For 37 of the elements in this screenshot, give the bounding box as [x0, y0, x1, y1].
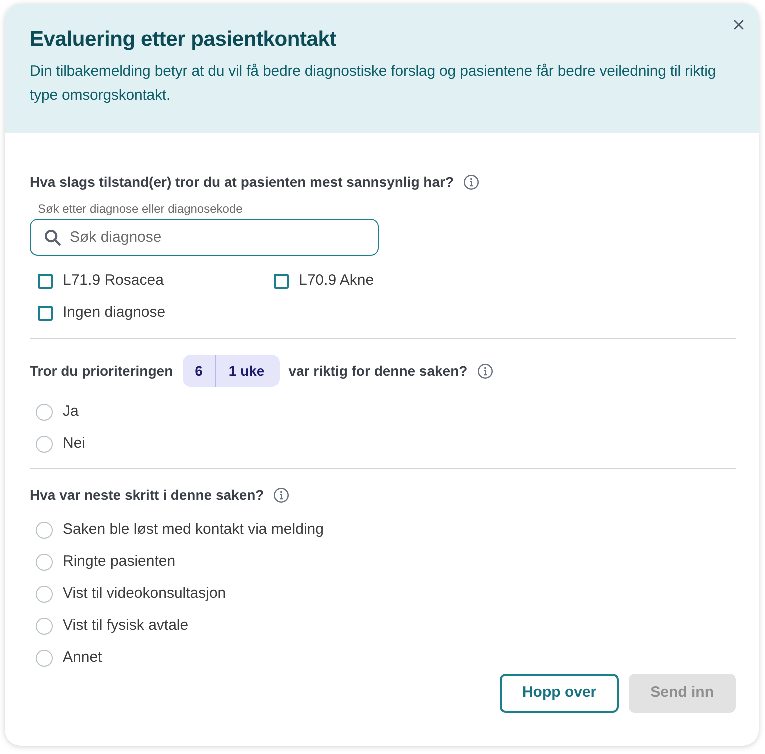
- radio-label: Nei: [63, 434, 86, 454]
- field-label: Søk etter diagnose eller diagnosekode: [38, 201, 243, 217]
- checkbox[interactable]: [274, 274, 289, 288]
- radio-button[interactable]: [36, 650, 53, 666]
- checkbox-label: L70.9 Akne: [299, 270, 374, 291]
- checkbox[interactable]: [38, 306, 53, 320]
- radio-button[interactable]: [36, 522, 53, 538]
- close-icon: [734, 20, 744, 30]
- radio-label: Ringte pasienten: [63, 552, 176, 572]
- radio-label: Ja: [63, 402, 79, 422]
- checkbox[interactable]: [38, 274, 53, 288]
- question-text: Hva slags tilstand(er) tror du at pasienten mest sannsynlig har?: [30, 173, 454, 192]
- checkbox-label: L71.9 Rosacea: [63, 270, 164, 291]
- priority-number: 6: [194, 362, 204, 380]
- close-button[interactable]: [733, 19, 744, 30]
- checkbox-label: Ingen diagnose: [63, 302, 166, 323]
- question-text: var riktig for denne saken?: [288, 362, 468, 381]
- radio-button[interactable]: [36, 436, 53, 452]
- radio-label: Saken ble løst med kontakt via melding: [63, 520, 324, 540]
- dialog-title: Evaluering etter pasientkontakt: [30, 27, 338, 53]
- radio-label: Vist til fysisk avtale: [63, 616, 189, 636]
- question-text: Hva var neste skritt i denne saken?: [30, 486, 264, 505]
- priority-time: 1 uke: [228, 362, 266, 380]
- dialog-description: Din tilbakemelding betyr at du vil få bedre diagnostiske forslag og pasientene får bedre veiledning til riktig type omsorgskontakt.: [30, 62, 718, 106]
- radio-button[interactable]: [36, 554, 53, 570]
- question-text: Tror du prioriteringen: [30, 362, 174, 381]
- search-field[interactable]: Søk diagnose: [30, 219, 379, 256]
- radio-label: Annet: [63, 648, 102, 668]
- info-icon[interactable]: [274, 488, 290, 502]
- radio-button[interactable]: [36, 618, 53, 634]
- info-icon[interactable]: [464, 174, 479, 190]
- skip-button[interactable]: Hopp over: [500, 674, 619, 713]
- radio-button[interactable]: [36, 404, 53, 420]
- radio-button[interactable]: [36, 586, 53, 602]
- radio-label: Vist til videokonsultasjon: [63, 584, 226, 604]
- info-icon[interactable]: [478, 364, 493, 378]
- search-icon: [45, 230, 61, 246]
